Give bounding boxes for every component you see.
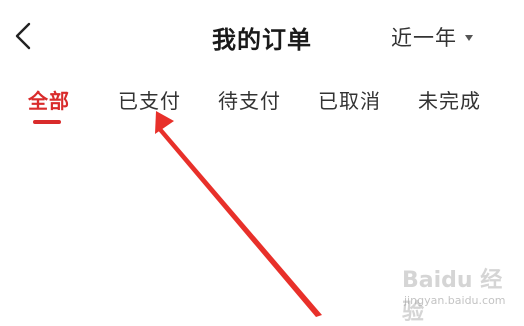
watermark-url: jingyan.baidu.com (404, 294, 506, 307)
date-range-dropdown[interactable]: 近一年 (391, 22, 473, 52)
nav-bar: 我的订单 近一年 (0, 0, 524, 76)
caret-down-icon (465, 35, 473, 41)
tab-paid[interactable]: 已支付 (118, 85, 181, 114)
watermark: Baidu 经验 jingyan.baidu.com (402, 262, 520, 325)
order-tabs: 全部 已支付 待支付 已取消 未完成 (0, 82, 524, 128)
tab-cancelled[interactable]: 已取消 (318, 85, 381, 114)
tab-pending-payment[interactable]: 待支付 (218, 85, 281, 114)
tab-incomplete[interactable]: 未完成 (418, 85, 481, 114)
date-range-label: 近一年 (391, 26, 457, 50)
active-tab-indicator (33, 120, 61, 124)
tab-all[interactable]: 全部 (28, 85, 70, 114)
